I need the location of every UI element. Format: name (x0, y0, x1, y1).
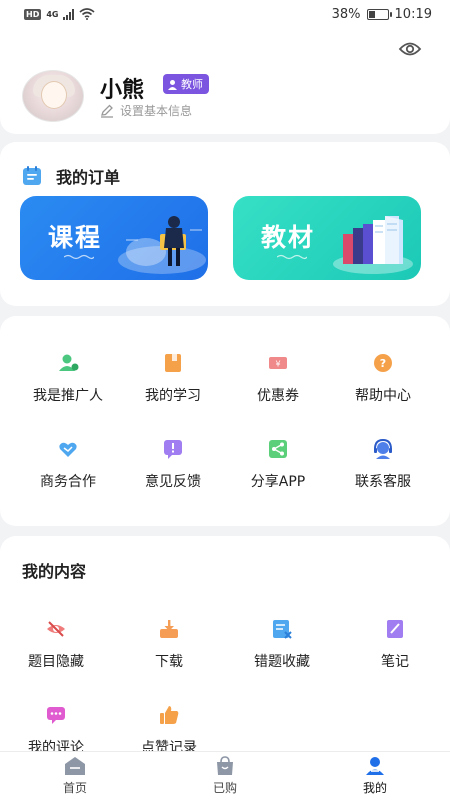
eye-off-icon (47, 621, 65, 637)
wave-decoration (277, 254, 307, 260)
profile-card: 小熊 教师 设置基本信息 (0, 28, 450, 134)
business-cooperation-button[interactable]: 商务合作 (12, 438, 124, 491)
wave-decoration (64, 254, 94, 260)
course-orders-button[interactable]: 课程 (20, 196, 208, 280)
edit-profile-label: 设置基本信息 (120, 104, 193, 118)
share-icon (269, 440, 287, 458)
eye-icon[interactable] (398, 40, 422, 58)
network-type: 4G (46, 9, 59, 19)
wrong-question-icon (273, 620, 292, 639)
customer-service-button[interactable]: 联系客服 (327, 438, 439, 491)
role-badge: 教师 (163, 74, 209, 94)
business-cooperation-label: 商务合作 (40, 474, 96, 490)
hidden-questions-label: 题目隐藏 (28, 654, 84, 670)
notes-label: 笔记 (381, 654, 409, 670)
feedback-icon (164, 440, 182, 459)
role-badge-label: 教师 (181, 78, 203, 91)
orders-card: 我的订单 课程 教材 (0, 142, 450, 306)
hd-badge: HD (24, 8, 42, 20)
customer-service-label: 联系客服 (355, 474, 411, 490)
status-right: 38% 10:19 (332, 7, 432, 22)
avatar[interactable] (22, 70, 84, 122)
nav-home[interactable]: 首页 (0, 752, 150, 800)
course-orders-label: 课程 (48, 223, 103, 252)
edit-icon (101, 104, 113, 118)
svg-text:¥: ¥ (275, 360, 280, 369)
share-app-button[interactable]: 分享APP (222, 438, 334, 491)
my-study-button[interactable]: 我的学习 (117, 352, 229, 405)
status-bar: HD 4G 38% 10:19 (0, 0, 450, 28)
coupon-label: 优惠券 (257, 388, 299, 404)
notes-button[interactable]: 笔记 (339, 618, 450, 671)
profile-icon (366, 757, 384, 775)
services-card: 我是推广人 我的学习 ¥ 优惠券 ? 帮助中心 商务合作 意见反馈 分享APP … (0, 316, 450, 526)
nav-purchased[interactable]: 已购 (150, 752, 300, 800)
svg-text:?: ? (380, 357, 386, 370)
textbook-orders-label: 教材 (261, 223, 316, 252)
my-study-label: 我的学习 (145, 388, 201, 404)
nav-mine-label: 我的 (362, 781, 387, 795)
like-icon (160, 706, 179, 724)
like-records-button[interactable]: 点赞记录 (113, 704, 225, 757)
bag-icon (217, 756, 233, 775)
handshake-icon (59, 442, 77, 457)
promoter-icon (59, 354, 79, 371)
help-center-label: 帮助中心 (355, 388, 411, 404)
wrong-questions-button[interactable]: 错题收藏 (226, 618, 338, 671)
help-center-button[interactable]: ? 帮助中心 (327, 352, 439, 405)
orders-icon (23, 166, 41, 185)
home-icon (65, 757, 85, 775)
coupon-icon: ¥ (269, 357, 287, 369)
books-illustration-icon (333, 216, 413, 274)
download-button[interactable]: 下载 (113, 618, 225, 671)
share-app-label: 分享APP (250, 474, 306, 490)
coupon-button[interactable]: ¥ 优惠券 (222, 352, 334, 405)
my-comments-button[interactable]: 我的评论 (0, 704, 112, 757)
course-illustration-icon (118, 216, 206, 274)
nav-purchased-label: 已购 (212, 781, 237, 795)
download-icon (160, 620, 178, 638)
battery-percent: 38% (331, 6, 361, 22)
study-icon (165, 354, 181, 372)
signal-icon (63, 8, 75, 20)
status-left: HD 4G (24, 8, 96, 20)
battery-icon (366, 8, 392, 20)
edit-profile-link[interactable]: 设置基本信息 (100, 102, 192, 119)
textbook-orders-button[interactable]: 教材 (233, 196, 421, 280)
username[interactable]: 小熊 (100, 72, 144, 104)
customer-service-icon (374, 438, 392, 459)
bottom-nav: 首页 已购 我的 (0, 751, 450, 800)
promoter-label: 我是推广人 (33, 388, 103, 404)
feedback-button[interactable]: 意见反馈 (117, 438, 229, 491)
comment-icon (47, 707, 65, 724)
orders-header: 我的订单 (22, 164, 120, 188)
my-content-title: 我的内容 (22, 562, 87, 581)
hidden-questions-button[interactable]: 题目隐藏 (0, 618, 112, 671)
wifi-icon (79, 8, 96, 20)
note-icon (387, 620, 403, 638)
nav-home-label: 首页 (62, 781, 87, 795)
clock: 10:19 (394, 6, 432, 22)
wrong-questions-label: 错题收藏 (254, 654, 310, 670)
promoter-button[interactable]: 我是推广人 (12, 352, 124, 405)
orders-title: 我的订单 (56, 168, 121, 187)
teacher-icon (168, 79, 177, 90)
help-icon: ? (374, 354, 392, 372)
nav-mine[interactable]: 我的 (300, 752, 450, 800)
download-label: 下载 (155, 654, 183, 670)
feedback-label: 意见反馈 (145, 474, 201, 490)
